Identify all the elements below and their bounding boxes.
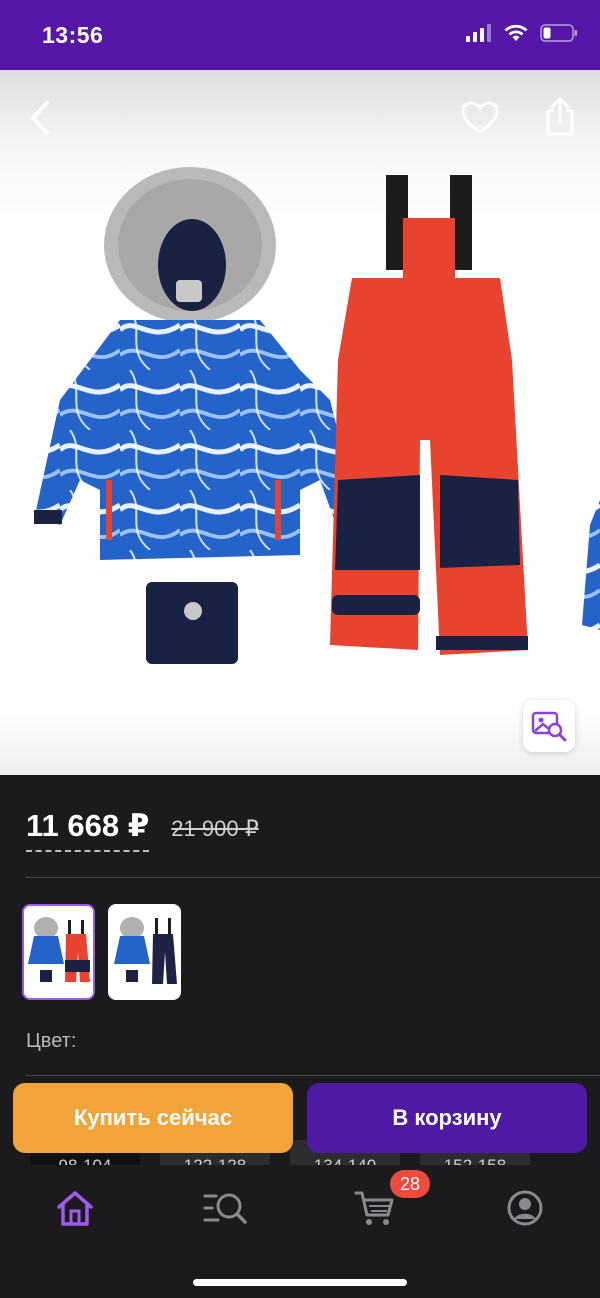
heart-icon — [461, 101, 499, 134]
variant-thumb-image — [28, 917, 90, 982]
tab-catalog[interactable] — [195, 1185, 255, 1231]
cart-icon — [354, 1191, 394, 1225]
back-button[interactable] — [20, 96, 60, 140]
catalog-search-icon — [203, 1193, 247, 1224]
status-bar: 13:56 — [0, 0, 600, 70]
variant-thumb-red[interactable] — [22, 904, 95, 1000]
price-current[interactable]: 11 668 ₽ — [26, 808, 150, 852]
variant-thumb-navy[interactable] — [108, 904, 181, 1000]
buy-now-button[interactable]: Купить сейчас — [13, 1083, 293, 1153]
cart-count-badge: 28 — [390, 1170, 430, 1198]
tab-bar: 28 — [0, 1165, 600, 1298]
chevron-left-icon — [31, 101, 49, 135]
price-old: 21 900 ₽ — [171, 816, 259, 841]
image-search-icon — [531, 711, 567, 742]
variant-thumbnails — [22, 904, 181, 1000]
signal-icon — [466, 24, 491, 42]
home-icon — [57, 1191, 93, 1226]
divider — [26, 1075, 600, 1076]
profile-icon — [507, 1190, 543, 1226]
share-button[interactable] — [538, 94, 582, 140]
battery-icon — [540, 24, 577, 42]
status-icons — [466, 24, 578, 42]
product-image[interactable] — [0, 70, 600, 775]
status-time: 13:56 — [42, 22, 104, 48]
share-icon — [546, 97, 574, 136]
home-indicator — [193, 1279, 407, 1286]
variant-thumb-image — [114, 917, 177, 984]
price-row: 11 668 ₽ 21 900 ₽ — [26, 808, 259, 852]
visual-search-button[interactable] — [523, 700, 575, 752]
divider — [26, 877, 600, 878]
favorite-button[interactable] — [458, 96, 502, 140]
tab-home[interactable] — [45, 1185, 105, 1231]
wifi-icon — [504, 24, 528, 41]
tab-profile[interactable] — [495, 1185, 555, 1231]
product-photo — [34, 167, 600, 664]
color-label: Цвет: — [26, 1030, 77, 1052]
add-to-cart-button[interactable]: В корзину — [307, 1083, 587, 1153]
